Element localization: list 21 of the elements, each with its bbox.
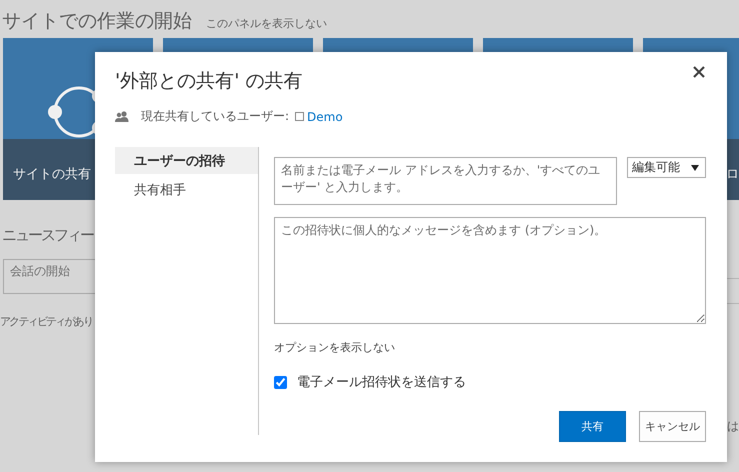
cancel-button[interactable]: キャンセル <box>639 411 706 442</box>
close-icon[interactable] <box>693 66 707 80</box>
edge-text: は <box>727 418 739 435</box>
send-email-checkbox[interactable] <box>274 376 287 388</box>
send-email-label: 電子メール招待状を送信する <box>297 374 466 391</box>
hide-panel-link[interactable]: このパネルを表示しない <box>206 16 327 31</box>
newsfeed-heading: ニュースフィー <box>1 226 94 245</box>
activity-text: アクティビティがあり <box>0 314 94 329</box>
message-field[interactable]: この招待状に個人的なメッセージを含めます (オプション)。 <box>274 217 706 324</box>
conversation-field[interactable]: 会話の開始 <box>3 259 95 294</box>
people-field[interactable]: 名前または電子メール アドレスを入力するか、'すべてのユーザー' と入力します。 <box>274 157 617 205</box>
user-link[interactable]: Demo <box>295 110 343 124</box>
tile-label: ロ <box>726 166 739 182</box>
tile-label: サイトの共有 <box>13 166 91 182</box>
hide-options-link[interactable]: オプションを表示しない <box>274 340 395 355</box>
permission-dropdown[interactable]: 編集可能 <box>627 157 706 178</box>
people-icon <box>115 111 129 122</box>
share-button[interactable]: 共有 <box>559 411 626 442</box>
nav-tab[interactable]: ユーザーの招待 <box>115 147 258 174</box>
section-title: サイトでの作業の開始 <box>2 9 192 34</box>
caret-icon <box>691 164 699 170</box>
